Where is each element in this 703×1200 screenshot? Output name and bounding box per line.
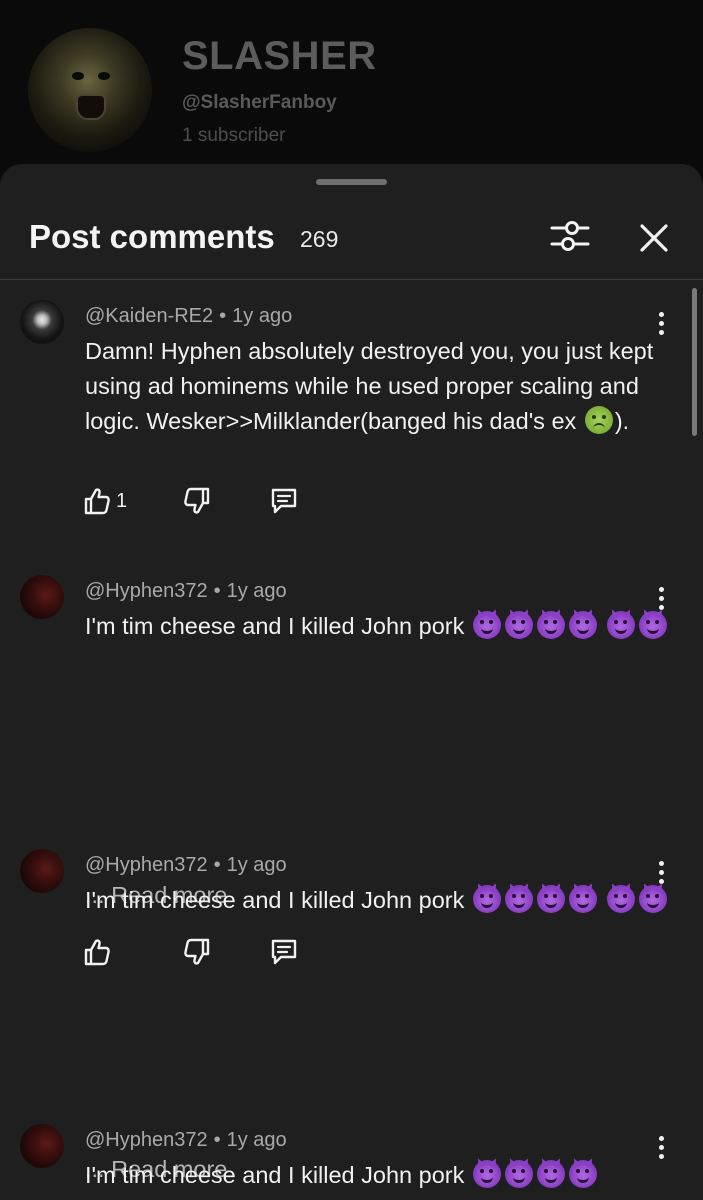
comment-actions [82,935,322,969]
sheet-divider [0,279,703,280]
meta-separator: • [213,854,221,876]
like-count: 1 [116,489,128,512]
nauseated-face-emoji-icon [584,406,613,434]
smiling-imp-emoji-icon [472,1160,501,1188]
meta-separator: • [219,305,227,327]
sliders-icon [550,221,590,251]
comment-time: 1y ago [226,1129,287,1151]
avatar[interactable] [20,849,64,893]
smiling-imp-emoji-icon [568,611,597,639]
channel-handle: @SlasherFanboy [182,92,337,113]
like-button[interactable]: 1 [82,484,127,518]
smiling-imp-emoji-icon [504,611,533,639]
smiling-imp-emoji-icon [536,1160,565,1188]
comment-author[interactable]: @Hyphen372 [85,580,208,602]
more-vertical-icon [658,1135,664,1159]
subscriber-count: 1 subscriber [182,125,286,146]
comment-meta: @Hyphen372 • 1y ago [85,1129,287,1152]
comment-meta: @Kaiden-RE2 • 1y ago [85,305,292,328]
more-vertical-icon [658,860,664,884]
comment-author[interactable]: @Kaiden-RE2 [85,305,213,327]
comment-time: 1y ago [226,854,287,876]
comment-count: 269 [300,226,339,252]
comment-author[interactable]: @Hyphen372 [85,1129,208,1151]
reply-button[interactable] [268,935,300,969]
avatar[interactable] [20,575,64,619]
like-button[interactable] [82,935,112,969]
smiling-imp-emoji-icon [568,885,597,913]
comment-time: 1y ago [226,580,287,602]
avatar[interactable] [20,1124,64,1168]
scrollbar[interactable] [692,288,697,436]
reply-comment-icon [271,939,297,965]
comment-text-part: I'm tim cheese and I killed John pork [85,1162,465,1188]
smiling-imp-emoji-icon [639,885,668,913]
close-button[interactable] [634,218,674,258]
thumbs-up-icon [84,488,110,515]
meta-separator: • [213,580,221,602]
sheet-drag-handle[interactable] [316,179,387,185]
comment-text: I'm tim cheese and I killed John pork [85,883,675,918]
smiling-imp-emoji-icon [472,611,501,639]
smiling-imp-emoji-icon [536,611,565,639]
smiling-imp-emoji-icon [639,611,668,639]
channel-title: SLASHER [182,34,377,78]
smiling-imp-emoji-icon [536,885,565,913]
dislike-button[interactable] [182,484,212,518]
sort-filter-button[interactable] [548,216,592,256]
more-vertical-icon [658,586,664,610]
more-vertical-icon [658,311,664,335]
reply-button[interactable] [268,484,300,518]
comment-text: I'm tim cheese and I killed John pork [85,1158,675,1193]
thumbs-up-icon [84,939,110,966]
dislike-button[interactable] [182,935,212,969]
comment-text: I'm tim cheese and I killed John pork [85,609,675,644]
thumbs-down-icon [184,487,210,514]
comment-actions: 1 [82,484,322,518]
reply-comment-icon [271,488,297,514]
comment-text-part: I'm tim cheese and I killed John pork [85,613,465,639]
smiling-imp-emoji-icon [607,885,636,913]
comment-text-part: Damn! Hyphen absolutely destroyed you, y… [85,338,654,434]
smiling-imp-emoji-icon [504,885,533,913]
meta-separator: • [213,1129,221,1151]
avatar[interactable] [20,300,64,344]
comment-time: 1y ago [232,305,293,327]
thumbs-down-icon [184,938,210,965]
comment-text: Damn! Hyphen absolutely destroyed you, y… [85,334,675,439]
comments-sheet: Post comments 269 @Kaiden-RE2 • 1y ago Dam… [0,164,703,1200]
comment-meta: @Hyphen372 • 1y ago [85,580,287,603]
comment-author[interactable]: @Hyphen372 [85,854,208,876]
comment-text-part: ). [614,408,630,434]
smiling-imp-emoji-icon [504,1160,533,1188]
comment-text-part: I'm tim cheese and I killed John pork [85,887,465,913]
channel-avatar[interactable] [28,28,152,152]
comment-meta: @Hyphen372 • 1y ago [85,854,287,877]
smiling-imp-emoji-icon [607,611,636,639]
close-icon [640,224,668,252]
smiling-imp-emoji-icon [472,885,501,913]
sheet-title: Post comments [29,218,275,255]
smiling-imp-emoji-icon [568,1160,597,1188]
